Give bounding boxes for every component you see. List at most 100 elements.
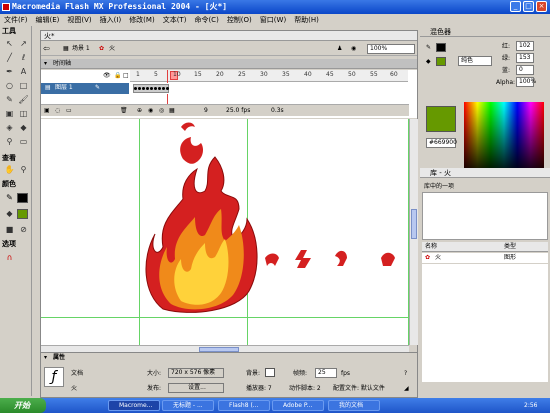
fill-color-swatch[interactable] (17, 209, 28, 219)
task-untitled[interactable]: 无标题 - ... (162, 400, 214, 411)
delete-layer-icon[interactable]: 🗑 (120, 107, 128, 115)
panel-options-icon[interactable]: ◢ (404, 385, 409, 393)
blue-input[interactable]: 0 (516, 65, 534, 75)
line-tool-icon[interactable]: ╱ (3, 52, 16, 64)
edit-scene-icon[interactable]: ♟ (337, 45, 342, 53)
outline-column-icon[interactable]: □ (123, 72, 129, 80)
fill-type-select[interactable]: 纯色 (458, 56, 492, 66)
timeline-header[interactable]: ▾ 时间轴 (41, 59, 417, 69)
help-icon[interactable]: ? (404, 370, 407, 378)
name-column-header[interactable]: 名称 (425, 243, 437, 251)
options-section-title: 选项 (2, 240, 16, 248)
menu-control[interactable]: 控制(O) (223, 14, 256, 26)
add-guide-icon[interactable]: ◌ (55, 107, 60, 115)
alpha-value: 100% (519, 78, 537, 85)
fill-transform-icon[interactable]: ◫ (17, 108, 30, 120)
no-color-icon[interactable]: ⊘ (17, 224, 30, 236)
fire-symbol[interactable] (141, 119, 261, 317)
onion-outline-icon[interactable]: ◎ (159, 107, 164, 115)
type-column-header[interactable]: 类型 (504, 243, 516, 251)
minimize-button[interactable]: _ (510, 1, 521, 12)
menu-commands[interactable]: 命令(C) (190, 14, 222, 26)
insert-layer-icon[interactable]: ▣ (44, 107, 50, 115)
stroke-color-icon[interactable]: ✎ (3, 192, 16, 204)
color-section-title: 颜色 (2, 180, 16, 188)
menu-edit[interactable]: 编辑(E) (32, 14, 64, 26)
start-button[interactable]: 开始 (0, 398, 46, 413)
insert-folder-icon[interactable]: ▭ (66, 107, 72, 115)
stroke-pencil-icon[interactable]: ✎ (426, 44, 431, 52)
size-button[interactable]: 720 x 576 像素 (168, 368, 224, 378)
eyedropper-icon[interactable]: ⚲ (3, 136, 16, 148)
hand-tool-icon[interactable]: ✋ (3, 164, 16, 176)
mixer-stroke-swatch[interactable] (436, 43, 446, 52)
background-color-swatch[interactable] (265, 368, 275, 377)
layer-row[interactable]: ▤ 图层 1 ✎ (41, 83, 409, 94)
onion-skin-icon[interactable]: ◉ (148, 107, 153, 115)
stage-horizontal-scrollbar[interactable] (41, 345, 409, 352)
spark-1 (265, 253, 279, 266)
color-mixer-header[interactable]: 混色器 (420, 27, 550, 37)
alpha-input[interactable]: 100% (516, 77, 537, 87)
subselect-tool-icon[interactable]: ↗ (17, 38, 30, 50)
stroke-color-swatch[interactable] (17, 193, 28, 203)
close-button[interactable]: × (536, 1, 547, 12)
task-flash8[interactable]: Flash8 (... (218, 400, 270, 411)
eye-column-icon[interactable]: 👁 (103, 72, 111, 80)
scene-link[interactable]: 场景 1 (72, 45, 90, 53)
menu-window[interactable]: 窗口(W) (256, 14, 290, 26)
default-colors-icon[interactable]: ■ (3, 224, 16, 236)
mixer-fill-swatch[interactable] (436, 57, 446, 66)
hex-input[interactable]: #669900 (426, 138, 457, 148)
edit-symbol-icon[interactable]: ◉ (351, 45, 356, 53)
snap-magnet-icon[interactable]: ∩ (3, 252, 16, 264)
stage-vertical-scrollbar[interactable] (409, 119, 418, 345)
task-my-documents[interactable]: 我的文档 (328, 400, 380, 411)
color-mixer-title: 混色器 (430, 28, 451, 36)
text-tool-icon[interactable]: A (17, 66, 30, 78)
free-transform-icon[interactable]: ▣ (3, 108, 16, 120)
fill-bucket-icon[interactable]: ◆ (426, 58, 431, 66)
rectangle-tool-icon[interactable]: □ (17, 80, 30, 92)
menu-view[interactable]: 视图(V) (63, 14, 95, 26)
stage[interactable] (41, 119, 409, 345)
properties-title: 属性 (53, 354, 66, 361)
red-input[interactable]: 102 (516, 41, 534, 51)
color-spectrum-picker[interactable] (464, 102, 544, 176)
ink-bottle-icon[interactable]: ◈ (3, 122, 16, 134)
oval-tool-icon[interactable]: ○ (3, 80, 16, 92)
paint-bucket-icon[interactable]: ◆ (17, 122, 30, 134)
collapse-arrow-icon[interactable]: ▾ (44, 60, 47, 68)
document-tab[interactable]: 火* (41, 31, 417, 41)
maximize-button[interactable]: □ (523, 1, 534, 12)
zoom-select[interactable]: 100% (367, 44, 415, 54)
menu-file[interactable]: 文件(F) (0, 14, 32, 26)
library-header[interactable]: 库 - 火 (420, 168, 550, 178)
lasso-tool-icon[interactable]: ℓ (17, 52, 30, 64)
menu-insert[interactable]: 插入(I) (96, 14, 126, 26)
task-flash[interactable]: Macrome... (108, 400, 160, 411)
edit-multiple-icon[interactable]: ▦ (169, 107, 175, 115)
zoom-tool-icon[interactable]: ⚲ (17, 164, 30, 176)
pencil-tool-icon[interactable]: ✎ (3, 94, 16, 106)
task-adobe[interactable]: Adobe P... (272, 400, 324, 411)
green-input[interactable]: 153 (516, 53, 534, 63)
menu-text[interactable]: 文本(T) (159, 14, 191, 26)
publish-settings-button[interactable]: 设置... (168, 383, 224, 393)
fill-color-icon[interactable]: ◆ (3, 208, 16, 220)
fire-sparks-sequence[interactable] (263, 246, 403, 274)
expand-arrow-icon[interactable]: ▾ (44, 354, 47, 362)
eraser-icon[interactable]: ▭ (17, 136, 30, 148)
lock-column-icon[interactable]: 🔒 (114, 72, 121, 80)
arrow-tool-icon[interactable]: ↖ (3, 38, 16, 50)
vscroll-thumb[interactable] (411, 209, 417, 239)
framerate-input[interactable]: 25 (315, 368, 337, 378)
brush-tool-icon[interactable]: 🖌 (17, 94, 30, 106)
edit-bar: ⇦ ▦ 场景 1 ✿ 火 ♟ ◉ 100% (41, 42, 417, 56)
pen-tool-icon[interactable]: ✒ (3, 66, 16, 78)
menu-help[interactable]: 帮助(H) (290, 14, 323, 26)
back-arrow-icon[interactable]: ⇦ (43, 45, 50, 53)
library-row[interactable]: ✿ 火 图形 (422, 253, 548, 263)
menu-modify[interactable]: 修改(M) (125, 14, 159, 26)
center-frame-icon[interactable]: ⊕ (137, 107, 142, 115)
